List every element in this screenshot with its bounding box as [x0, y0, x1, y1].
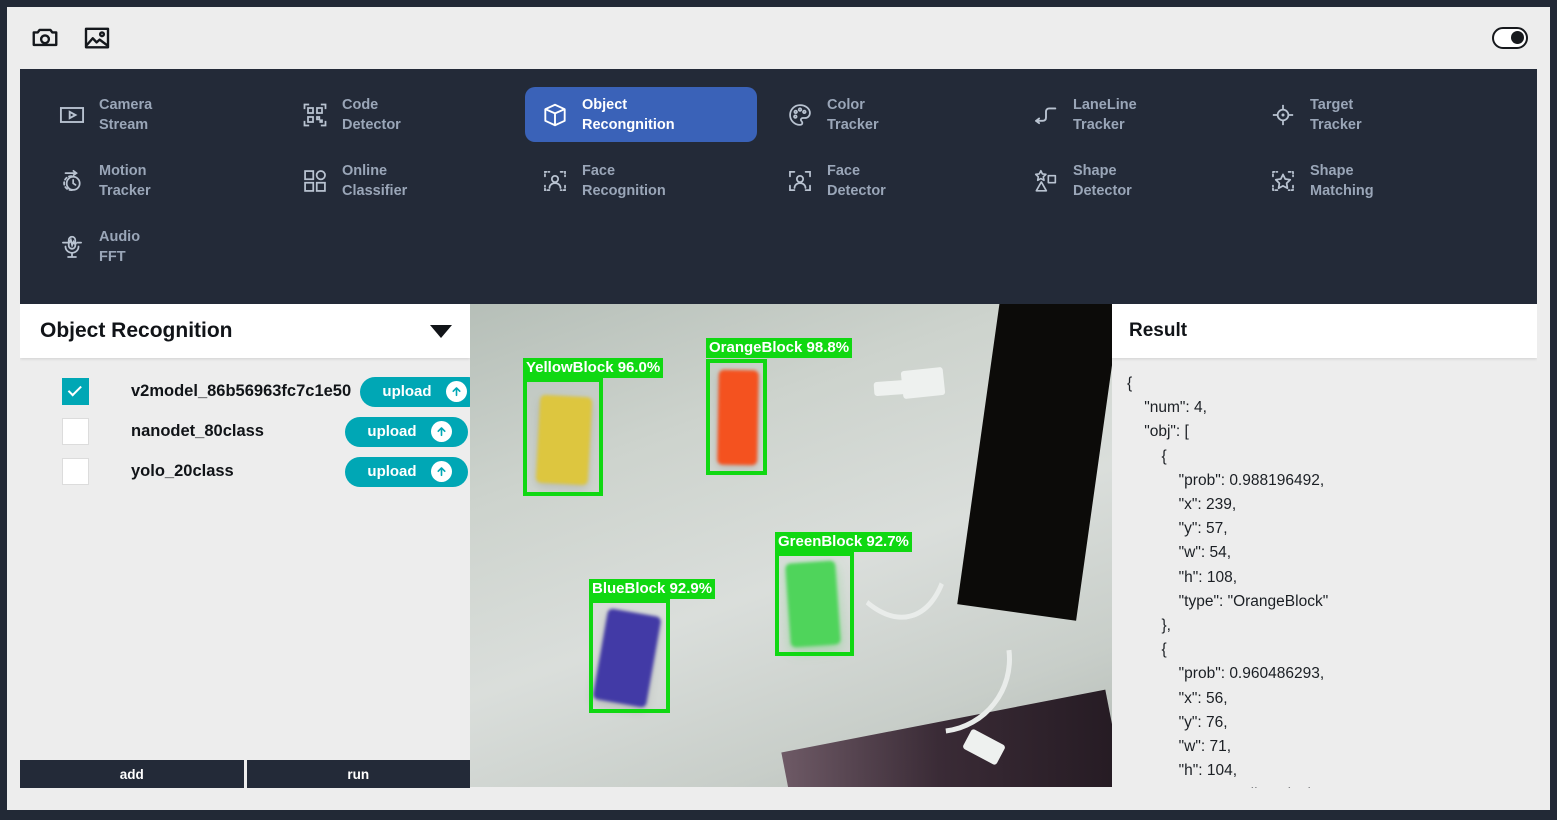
model-checkbox[interactable]	[62, 418, 89, 445]
top-toolbar	[7, 7, 1550, 69]
upload-label: upload	[367, 463, 417, 480]
palette-icon	[786, 101, 814, 129]
model-row[interactable]: v2model_86b56963fc7c1e50 upload	[20, 372, 470, 411]
run-button[interactable]: run	[246, 760, 470, 788]
upload-arrow-icon	[430, 461, 452, 482]
model-panel-footer: add run	[20, 760, 470, 788]
cube-icon	[541, 101, 569, 129]
check-icon	[67, 382, 82, 397]
result-title: Result	[1129, 320, 1188, 341]
nav-item-label: Face Recognition	[582, 162, 666, 199]
star-scan-icon	[1269, 167, 1297, 195]
result-json-output: { "num": 4, "obj": [ { "prob": 0.9881964…	[1127, 375, 1329, 788]
model-row[interactable]: nanodet_80class upload	[20, 412, 470, 451]
shapes-icon	[1032, 167, 1060, 195]
bounding-box	[523, 378, 603, 496]
model-checkbox[interactable]	[62, 458, 89, 485]
nav-item-shape-matching[interactable]: Shape Matching	[1253, 153, 1485, 208]
toggle-knob	[1511, 31, 1524, 44]
upload-button[interactable]: upload	[345, 416, 468, 447]
face-scan-icon	[541, 167, 569, 195]
add-button[interactable]: add	[20, 760, 247, 788]
image-icon[interactable]	[82, 23, 112, 53]
model-list: v2model_86b56963fc7c1e50 upload nanodet_…	[20, 358, 470, 491]
detection-label: YellowBlock 96.0%	[523, 358, 664, 378]
upload-arrow-icon	[430, 421, 452, 442]
nav-item-shape-detector[interactable]: Shape Detector	[1016, 153, 1248, 208]
face-scan-icon	[786, 167, 814, 195]
nav-item-laneline-tracker[interactable]: LaneLine Tracker	[1016, 87, 1248, 142]
cable-connector-top	[873, 379, 909, 397]
power-toggle[interactable]	[1492, 27, 1528, 49]
nav-item-code-detector[interactable]: Code Detector	[285, 87, 517, 142]
nav-item-label: Color Tracker	[827, 96, 879, 133]
nav-item-face-detector[interactable]: Face Detector	[770, 153, 1002, 208]
nav-item-label: Shape Matching	[1310, 162, 1374, 199]
model-name: nanodet_80class	[131, 422, 264, 440]
nav-item-audio-fft[interactable]: Audio FFT	[42, 219, 274, 274]
play-frame-icon	[58, 101, 86, 129]
nav-item-label: Shape Detector	[1073, 162, 1132, 199]
nav-item-face-recognition[interactable]: Face Recognition	[525, 153, 757, 208]
camera-icon[interactable]	[30, 23, 60, 53]
nav-item-label: Motion Tracker	[99, 162, 151, 199]
detection-label: GreenBlock 92.7%	[775, 532, 912, 552]
toolbar-left-group	[30, 23, 112, 53]
nav-item-label: Object Recongnition	[582, 96, 675, 133]
model-panel-header: Object Recognition	[20, 304, 470, 358]
nav-item-label: Target Tracker	[1310, 96, 1362, 133]
model-panel: Object Recognition v2model_86b56963fc7c1…	[20, 304, 470, 788]
feature-nav: Camera Stream Code Detector Object Recon…	[20, 69, 1537, 304]
camera-feed[interactable]: YellowBlock 96.0% OrangeBlock 98.8% Blue…	[470, 304, 1112, 787]
nav-item-label: Face Detector	[827, 162, 886, 199]
lane-line-icon	[1032, 101, 1060, 129]
nav-item-online-classifier[interactable]: Online Classifier	[285, 153, 517, 208]
upload-label: upload	[382, 383, 432, 400]
model-row[interactable]: yolo_20class upload	[20, 452, 470, 491]
nav-item-label: Online Classifier	[342, 162, 408, 199]
main-content: Object Recognition v2model_86b56963fc7c1…	[20, 304, 1537, 788]
nav-item-label: Audio FFT	[99, 228, 141, 265]
motion-clock-icon	[58, 167, 86, 195]
chevron-down-icon[interactable]	[430, 324, 452, 338]
upload-button[interactable]: upload	[360, 376, 470, 407]
microphone-icon	[58, 233, 86, 261]
panel-title: Object Recognition	[40, 319, 233, 342]
background-dark-region	[957, 304, 1112, 621]
detection-label: BlueBlock 92.9%	[589, 579, 716, 599]
model-name: yolo_20class	[131, 462, 234, 480]
upload-label: upload	[367, 423, 417, 440]
qr-code-icon	[301, 101, 329, 129]
nav-item-motion-tracker[interactable]: Motion Tracker	[42, 153, 274, 208]
toolbar-right-group	[1492, 27, 1528, 49]
nav-item-color-tracker[interactable]: Color Tracker	[770, 87, 1002, 142]
bounding-box	[706, 359, 767, 475]
model-checkbox[interactable]	[62, 378, 89, 405]
nav-item-label: Code Detector	[342, 96, 401, 133]
nav-item-target-tracker[interactable]: Target Tracker	[1253, 87, 1485, 142]
upload-arrow-icon	[445, 381, 467, 402]
nav-item-label: Camera Stream	[99, 96, 153, 133]
bounding-box	[775, 552, 854, 656]
upload-button[interactable]: upload	[345, 456, 468, 487]
result-panel-header: Result	[1112, 304, 1537, 358]
app-window: Camera Stream Code Detector Object Recon…	[0, 7, 1557, 810]
crosshair-icon	[1269, 101, 1297, 129]
detection-label: OrangeBlock 98.8%	[706, 338, 853, 358]
result-panel: Result { "num": 4, "obj": [ { "prob": 0.…	[1112, 304, 1537, 788]
grid-shapes-icon	[301, 167, 329, 195]
nav-item-camera-stream[interactable]: Camera Stream	[42, 87, 274, 142]
nav-item-label: LaneLine Tracker	[1073, 96, 1137, 133]
nav-item-object-recognition[interactable]: Object Recongnition	[525, 87, 757, 142]
model-name: v2model_86b56963fc7c1e50	[131, 382, 352, 400]
bounding-box	[589, 599, 670, 713]
